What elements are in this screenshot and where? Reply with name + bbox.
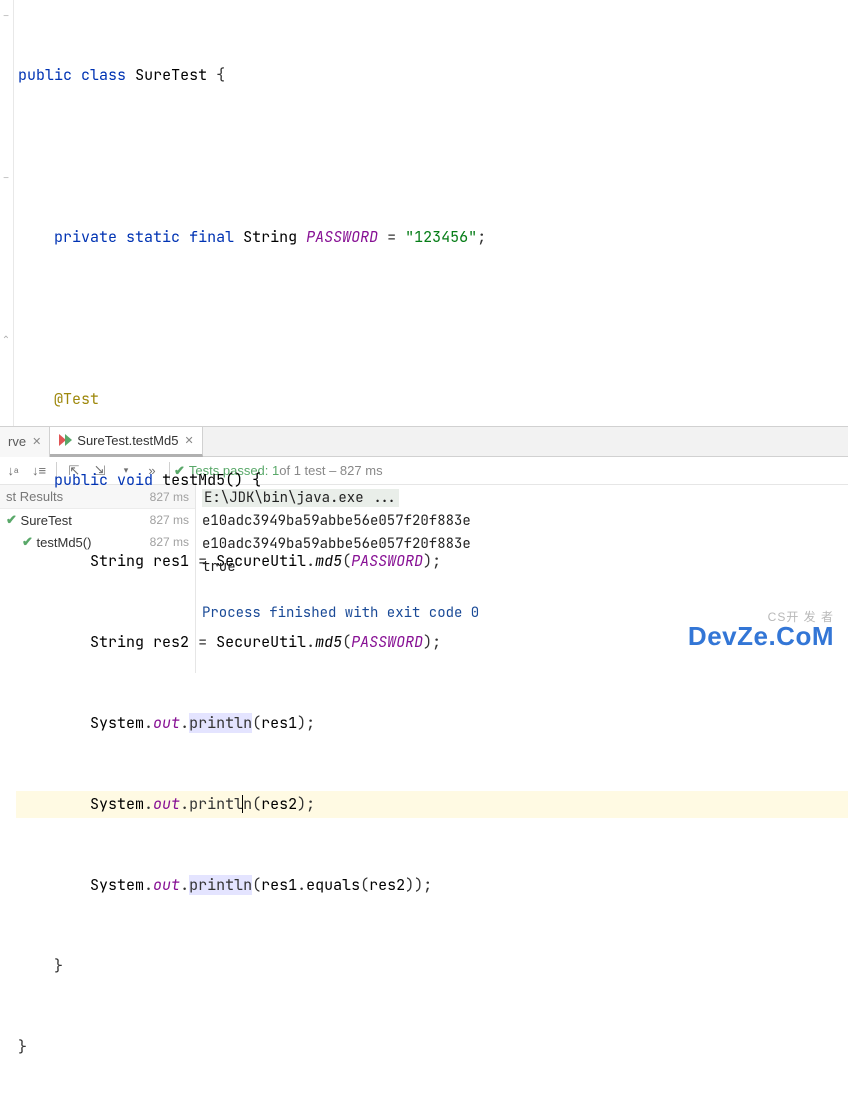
current-line: System.out.println(res2); [16,791,848,818]
fold-marker-icon[interactable]: ⌃ [1,336,11,346]
code-content[interactable]: public class SureTest { private static f… [14,0,848,426]
kw-public: public [18,65,72,85]
console-cmd: E:\JDK\bin\java.exe ... [202,489,399,507]
fold-marker-icon[interactable]: − [1,12,11,22]
text-caret [242,795,243,813]
console-line: true [202,556,848,579]
annotation-test: @Test [54,389,99,409]
editor-gutter: − − ⌃ [0,0,14,426]
console-exit: Process finished with exit code 0 [202,602,848,625]
kw-class: class [81,65,126,85]
const-password: PASSWORD [306,227,378,247]
fold-marker-icon[interactable]: − [1,174,11,184]
class-name: SureTest [135,65,207,85]
console-line: e10adc3949ba59abbe56e057f20f883e [202,533,848,556]
console-output[interactable]: E:\JDK\bin\java.exe ... e10adc3949ba59ab… [196,485,848,673]
code-editor[interactable]: − − ⌃ public class SureTest { private st… [0,0,848,426]
string-literal: "123456" [405,227,477,247]
console-line: e10adc3949ba59abbe56e057f20f883e [202,510,848,533]
